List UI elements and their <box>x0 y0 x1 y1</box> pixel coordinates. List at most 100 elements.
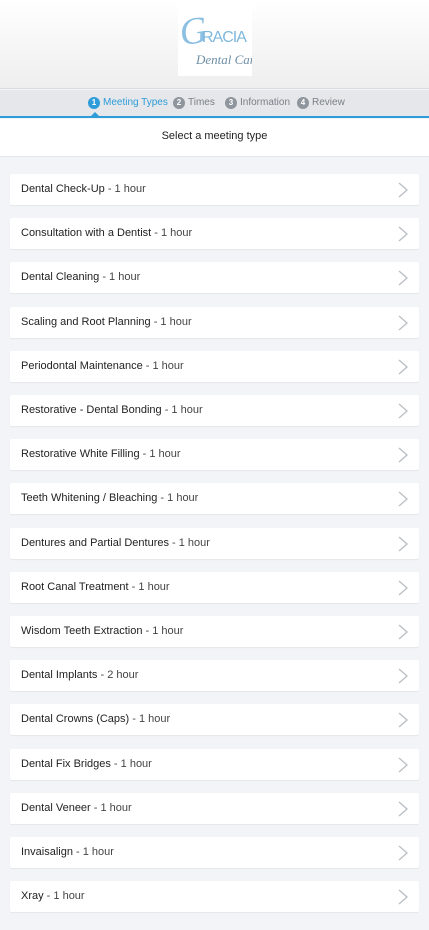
meeting-type-name: Periodontal Maintenance <box>21 360 143 372</box>
chevron-right-icon <box>398 536 408 552</box>
meeting-type-name: Consultation with a Dentist <box>21 227 152 239</box>
meeting-type-item[interactable]: Restorative White Filling - 1 hour <box>10 439 419 470</box>
step-number: 1 <box>88 97 100 109</box>
meeting-type-label: Periodontal Maintenance - 1 hour <box>21 351 184 382</box>
meeting-type-duration: - 1 hour <box>151 227 193 239</box>
meeting-type-label: Consultation with a Dentist - 1 hour <box>21 218 192 249</box>
chevron-right-icon <box>398 226 408 242</box>
chevron-right-icon <box>398 624 408 640</box>
meeting-type-name: Scaling and Root Planning <box>21 316 151 328</box>
meeting-type-duration: - 1 hour <box>72 846 114 858</box>
chevron-right-icon <box>398 845 408 861</box>
step-label: Information <box>240 97 291 108</box>
brand-logo[interactable]: G RACIA Dental Care <box>178 4 252 76</box>
meeting-type-label: Dental Cleaning - 1 hour <box>21 262 140 293</box>
meeting-type-item[interactable]: Restorative - Dental Bonding - 1 hour <box>10 395 419 426</box>
meeting-type-label: Root Canal Treatment - 1 hour <box>21 572 170 603</box>
meeting-type-name: Dental Check-Up <box>21 183 105 195</box>
meeting-type-name: Restorative - Dental Bonding <box>21 404 162 416</box>
meeting-type-label: Teeth Whitening / Bleaching - 1 hour <box>21 483 198 514</box>
meeting-type-duration: - 1 hour <box>104 183 146 195</box>
meeting-type-label: Restorative - Dental Bonding - 1 hour <box>21 395 203 426</box>
chevron-right-icon <box>398 757 408 773</box>
meeting-type-name: Dental Cleaning <box>21 271 100 283</box>
chevron-right-icon <box>398 447 408 463</box>
meeting-type-label: Scaling and Root Planning - 1 hour <box>21 307 192 338</box>
chevron-right-icon <box>398 889 408 905</box>
chevron-right-icon <box>398 270 408 286</box>
meeting-type-name: Root Canal Treatment <box>21 581 129 593</box>
chevron-right-icon <box>398 315 408 331</box>
meeting-type-duration: - 1 hour <box>128 581 170 593</box>
meeting-type-duration: - 1 hour <box>161 404 203 416</box>
meeting-type-item[interactable]: Root Canal Treatment - 1 hour <box>10 572 419 603</box>
meeting-type-label: Wisdom Teeth Extraction - 1 hour <box>21 616 183 647</box>
chevron-right-icon <box>398 712 408 728</box>
meeting-type-label: Dental Fix Bridges - 1 hour <box>21 749 152 780</box>
chevron-right-icon <box>398 580 408 596</box>
meeting-type-duration: - 1 hour <box>110 758 152 770</box>
meeting-type-duration: - 1 hour <box>129 713 171 725</box>
step-meeting-types[interactable]: 1 Meeting Types <box>88 96 168 110</box>
meeting-type-item[interactable]: Teeth Whitening / Bleaching - 1 hour <box>10 483 419 514</box>
chevron-right-icon <box>398 491 408 507</box>
step-times[interactable]: 2 Times <box>173 96 215 110</box>
meeting-type-label: Dental Check-Up - 1 hour <box>21 174 146 205</box>
meeting-type-item[interactable]: Dental Fix Bridges - 1 hour <box>10 749 419 780</box>
meeting-type-label: Restorative White Filling - 1 hour <box>21 439 181 470</box>
step-information[interactable]: 3 Information <box>225 96 290 110</box>
meeting-type-duration: - 2 hour <box>97 669 139 681</box>
chevron-right-icon <box>398 403 408 419</box>
step-label: Times <box>188 97 215 108</box>
meeting-type-name: Dental Implants <box>21 669 98 681</box>
meeting-type-duration: - 1 hour <box>150 316 192 328</box>
meeting-type-name: Xray <box>21 890 44 902</box>
meeting-type-duration: - 1 hour <box>43 890 85 902</box>
chevron-right-icon <box>398 801 408 817</box>
meeting-type-name: Restorative White Filling <box>21 448 140 460</box>
meeting-type-name: Invaisalign <box>21 846 73 858</box>
meeting-type-item[interactable]: Consultation with a Dentist - 1 hour <box>10 218 419 249</box>
meeting-type-duration: - 1 hour <box>142 360 184 372</box>
meeting-type-item[interactable]: Dental Cleaning - 1 hour <box>10 262 419 293</box>
chevron-right-icon <box>398 359 408 375</box>
step-label: Meeting Types <box>103 97 168 108</box>
meeting-type-duration: - 1 hour <box>90 802 132 814</box>
meeting-type-label: Dental Veneer - 1 hour <box>21 793 132 824</box>
svg-text:RACIA: RACIA <box>202 29 247 46</box>
step-number: 3 <box>225 97 237 109</box>
meeting-type-duration: - 1 hour <box>139 448 181 460</box>
meeting-type-name: Dental Crowns (Caps) <box>21 713 130 725</box>
step-review[interactable]: 4 Review <box>297 96 345 110</box>
meeting-type-item[interactable]: Dentures and Partial Dentures - 1 hour <box>10 528 419 559</box>
meeting-type-item[interactable]: Dental Check-Up - 1 hour <box>10 174 419 205</box>
page-subtitle: Select a meeting type <box>0 119 429 157</box>
meeting-type-duration: - 1 hour <box>99 271 141 283</box>
header: G RACIA Dental Care <box>0 0 429 89</box>
step-progress: 1 Meeting Types 2 Times 3 Information 4 Revi… <box>0 90 429 118</box>
meeting-type-item[interactable]: Periodontal Maintenance - 1 hour <box>10 351 419 382</box>
meeting-type-name: Dental Veneer <box>21 802 91 814</box>
meeting-type-label: Dental Implants - 2 hour <box>21 660 138 691</box>
svg-text:Dental Care: Dental Care <box>195 52 252 67</box>
meeting-type-item[interactable]: Invaisalign - 1 hour <box>10 837 419 868</box>
meeting-type-item[interactable]: Xray - 1 hour <box>10 881 419 912</box>
meeting-type-item[interactable]: Scaling and Root Planning - 1 hour <box>10 307 419 338</box>
meeting-type-duration: - 1 hour <box>168 537 210 549</box>
meeting-type-name: Teeth Whitening / Bleaching <box>21 492 158 504</box>
meeting-type-item[interactable]: Wisdom Teeth Extraction - 1 hour <box>10 616 419 647</box>
meeting-type-label: Invaisalign - 1 hour <box>21 837 114 868</box>
meeting-type-name: Dental Fix Bridges <box>21 758 111 770</box>
meeting-type-label: Dental Crowns (Caps) - 1 hour <box>21 704 170 735</box>
meeting-type-duration: - 1 hour <box>142 625 184 637</box>
meeting-type-item[interactable]: Dental Crowns (Caps) - 1 hour <box>10 704 419 735</box>
meeting-type-name: Dentures and Partial Dentures <box>21 537 169 549</box>
meeting-type-item[interactable]: Dental Veneer - 1 hour <box>10 793 419 824</box>
meeting-type-label: Xray - 1 hour <box>21 881 85 912</box>
meeting-type-name: Wisdom Teeth Extraction <box>21 625 143 637</box>
meeting-type-duration: - 1 hour <box>157 492 199 504</box>
chevron-right-icon <box>398 182 408 198</box>
meeting-type-item[interactable]: Dental Implants - 2 hour <box>10 660 419 691</box>
active-step-caret-icon <box>89 112 101 118</box>
step-label: Review <box>312 97 345 108</box>
